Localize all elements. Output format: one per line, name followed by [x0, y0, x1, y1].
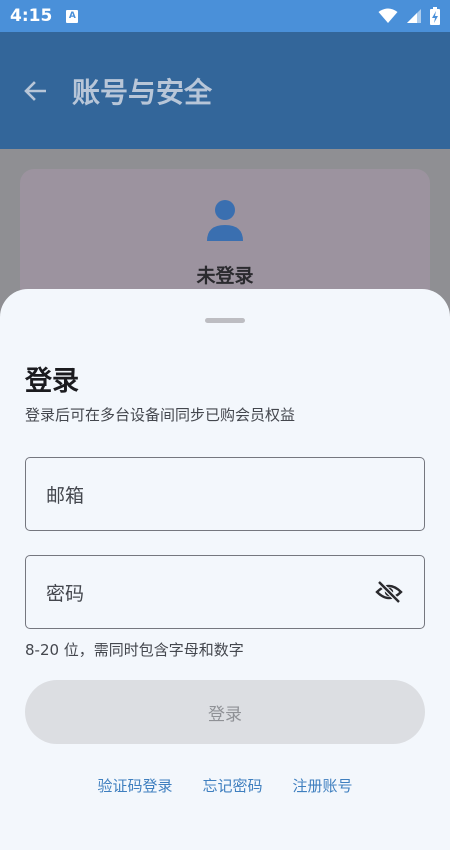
password-field[interactable]: 密码 — [25, 555, 425, 629]
battery-charging-icon — [430, 7, 440, 25]
drag-handle[interactable] — [205, 318, 245, 323]
arrow-back-icon[interactable] — [20, 76, 50, 106]
sheet-subtitle: 登录后可在多台设备间同步已购会员权益 — [25, 406, 296, 424]
signal-icon — [407, 9, 421, 23]
login-bottom-sheet: 登录 登录后可在多台设备间同步已购会员权益 邮箱 密码 8-20 位，需同时包含… — [0, 289, 450, 850]
visibility-off-icon[interactable] — [374, 577, 404, 607]
status-time: 4:15 — [10, 6, 53, 26]
login-status: 未登录 — [196, 265, 254, 287]
login-button[interactable]: 登录 — [25, 680, 425, 744]
password-helper-text: 8-20 位，需同时包含字母和数字 — [25, 641, 244, 659]
sheet-title: 登录 — [25, 366, 79, 397]
email-field[interactable]: 邮箱 — [25, 457, 425, 531]
email-placeholder: 邮箱 — [46, 484, 85, 507]
register-link[interactable]: 注册账号 — [293, 775, 353, 796]
wifi-icon — [378, 8, 398, 23]
person-icon — [207, 200, 243, 241]
page-title: 账号与安全 — [72, 75, 213, 109]
auth-links: 验证码登录 忘记密码 注册账号 — [0, 775, 450, 796]
status-indicators — [378, 7, 440, 25]
password-placeholder: 密码 — [46, 582, 85, 605]
app-bar: 账号与安全 — [0, 32, 450, 149]
status-bar: 4:15 A — [0, 0, 450, 32]
forgot-password-link[interactable]: 忘记密码 — [202, 775, 262, 796]
code-login-link[interactable]: 验证码登录 — [97, 775, 172, 796]
notification-icon: A — [66, 9, 79, 23]
